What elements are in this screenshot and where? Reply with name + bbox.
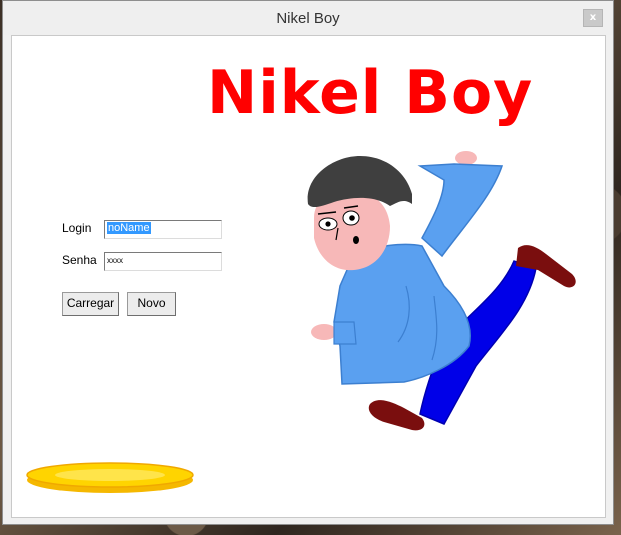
window-title: Nikel Boy <box>276 10 340 27</box>
nikel-boy-character-illustration <box>307 151 576 431</box>
login-label: Login <box>62 221 92 235</box>
app-window: Nikel Boy x Nikel Boy Login noName Senha… <box>2 0 614 525</box>
client-area: Nikel Boy Login noName Senha xxxx Carreg… <box>11 35 606 518</box>
gold-coin-illustration <box>26 462 194 493</box>
password-label: Senha <box>62 253 97 267</box>
new-button[interactable]: Novo <box>127 292 176 316</box>
close-button[interactable]: x <box>583 9 603 27</box>
title-bar[interactable]: Nikel Boy x <box>3 1 613 35</box>
load-button[interactable]: Carregar <box>62 292 119 316</box>
game-logo-title: Nikel Boy <box>207 58 534 128</box>
password-field[interactable]: xxxx <box>104 252 222 271</box>
login-field-value: noName <box>107 222 151 234</box>
login-field[interactable]: noName <box>104 220 222 239</box>
